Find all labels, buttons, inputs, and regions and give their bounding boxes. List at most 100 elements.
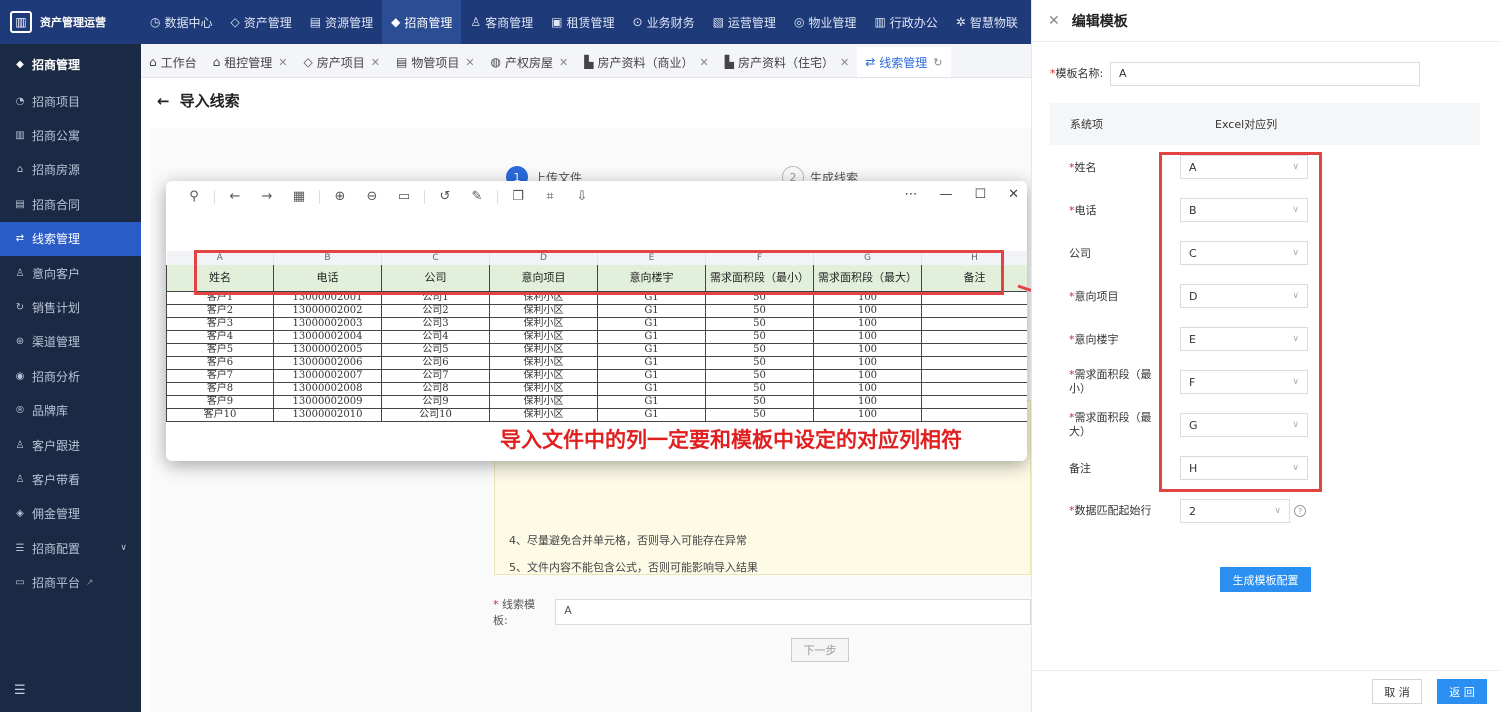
sidebar-item-2[interactable]: ⌂ 招商房源 bbox=[0, 153, 141, 187]
sidebar-item-13[interactable]: ☰ 招商配置 ∨ bbox=[0, 531, 141, 565]
topnav-item-4[interactable]: ♙ 客商管理 bbox=[461, 0, 542, 44]
topnav-item-7[interactable]: ▧ 运营管理 bbox=[704, 0, 785, 44]
sidebar-item-4[interactable]: ⇄ 线索管理 bbox=[0, 221, 141, 256]
refresh-icon[interactable]: ↻ bbox=[933, 56, 942, 69]
table-cell: 公司6 bbox=[381, 356, 490, 370]
invest-section-icon: ◆ bbox=[16, 58, 24, 70]
title-icon: ◍ bbox=[490, 55, 502, 69]
table-cell: 客户8 bbox=[166, 382, 274, 396]
forward-icon[interactable]: → bbox=[251, 189, 283, 204]
table-cell: 100 bbox=[813, 382, 922, 396]
back-icon[interactable]: ← bbox=[219, 189, 251, 204]
more-icon[interactable]: ⋯ bbox=[904, 187, 917, 202]
topnav-item-9[interactable]: ▥ 行政办公 bbox=[865, 0, 946, 44]
topnav-item-8[interactable]: ◎ 物业管理 bbox=[785, 0, 866, 44]
sidebar-item-label: 招商公寓 bbox=[32, 129, 81, 144]
tab-5[interactable]: ▙ 房产资料（商业） ✕ bbox=[576, 47, 716, 77]
sidebar-item-11[interactable]: ♙ 客户带看 bbox=[0, 462, 141, 496]
tab-label: 房产项目 bbox=[316, 55, 365, 70]
template-label: 线索模板: bbox=[493, 598, 535, 627]
template-select[interactable]: A bbox=[555, 599, 1031, 625]
copy-icon[interactable]: ❐ bbox=[502, 189, 534, 204]
sidebar-item-label: 招商项目 bbox=[32, 94, 81, 109]
close-icon[interactable]: ✕ bbox=[371, 56, 380, 69]
maximize-icon[interactable]: ☐ bbox=[974, 187, 986, 202]
sidebar-item-3[interactable]: ▤ 招商合同 bbox=[0, 187, 141, 221]
clue-icon: ⇄ bbox=[15, 233, 25, 245]
cancel-button[interactable]: 取 消 bbox=[1372, 679, 1422, 704]
sidebar-item-0[interactable]: ◔ 招商项目 bbox=[0, 84, 141, 118]
pin-icon[interactable]: ⚲ bbox=[178, 189, 210, 204]
close-icon[interactable]: ✕ bbox=[278, 56, 287, 69]
grid-icon[interactable]: ▦ bbox=[283, 189, 315, 204]
tab-label: 物管项目 bbox=[411, 55, 460, 70]
next-button[interactable]: 下一步 bbox=[791, 638, 849, 662]
template-name-input[interactable]: A bbox=[1110, 62, 1420, 86]
sidebar-item-10[interactable]: ♙ 客户跟进 bbox=[0, 428, 141, 462]
table-row: 客户4 13000002004 公司4 保利小区 G1 50 100 bbox=[166, 330, 1027, 344]
table-cell: 客户10 bbox=[166, 408, 274, 422]
tab-1[interactable]: ⌂ 租控管理 ✕ bbox=[205, 47, 296, 77]
tab-4[interactable]: ◍ 产权房屋 ✕ bbox=[483, 47, 577, 77]
drawer-close-icon[interactable]: ✕ bbox=[1048, 13, 1060, 29]
table-cell: 保利小区 bbox=[489, 369, 598, 383]
rotate-icon[interactable]: ↺ bbox=[429, 189, 461, 204]
table-cell: 客户9 bbox=[166, 395, 274, 409]
topnav-item-6[interactable]: ⊙ 业务财务 bbox=[624, 0, 704, 44]
topnav-item-3[interactable]: ◆ 招商管理 bbox=[382, 0, 462, 44]
collapse-menu-icon[interactable]: ☰ bbox=[14, 683, 26, 698]
sidebar-item-5[interactable]: ♙ 意向客户 bbox=[0, 256, 141, 290]
tab-0[interactable]: ⌂ 工作台 bbox=[141, 47, 205, 77]
close-icon[interactable]: ✕ bbox=[465, 56, 474, 69]
minimize-icon[interactable]: — bbox=[939, 187, 952, 202]
table-cell: 13000002005 bbox=[273, 343, 382, 357]
topnav-item-2[interactable]: ▤ 资源管理 bbox=[301, 0, 382, 44]
drawer-title: 编辑模板 bbox=[1071, 13, 1128, 30]
topnav-label: 租赁管理 bbox=[566, 15, 615, 30]
topnav-item-10[interactable]: ✲ 智慧物联 bbox=[947, 0, 1027, 44]
sidebar-item-12[interactable]: ◈ 佣金管理 bbox=[0, 497, 141, 531]
sidebar-item-14[interactable]: ▭ 招商平台 ↗ bbox=[0, 565, 141, 599]
brand-icon: ® bbox=[15, 405, 25, 417]
back-arrow-icon[interactable]: ← bbox=[157, 92, 170, 110]
download-icon[interactable]: ⇩ bbox=[566, 189, 598, 204]
topnav-item-0[interactable]: ◷ 数据中心 bbox=[141, 0, 222, 44]
topnav-item-1[interactable]: ◇ 资产管理 bbox=[222, 0, 301, 44]
tab-7[interactable]: ⇄ 线索管理 ↻ bbox=[857, 47, 951, 77]
return-button[interactable]: 返 回 bbox=[1437, 679, 1487, 704]
dashboard-icon: ◷ bbox=[150, 15, 161, 29]
project-icon: ◔ bbox=[15, 95, 25, 107]
zoom-out-icon[interactable]: ⊖ bbox=[356, 189, 388, 204]
topnav-label: 招商管理 bbox=[404, 15, 453, 30]
fit-icon[interactable]: ▭ bbox=[388, 189, 420, 204]
table-cell: 50 bbox=[705, 330, 814, 344]
tab-2[interactable]: ◇ 房产项目 ✕ bbox=[296, 47, 388, 77]
tab-3[interactable]: ▤ 物管项目 ✕ bbox=[388, 47, 483, 77]
template-row: * 线索模板: A bbox=[493, 596, 1031, 628]
sidebar-item-6[interactable]: ↻ 销售计划 bbox=[0, 290, 141, 324]
tab-6[interactable]: ▙ 房产资料（住宅） ✕ bbox=[717, 47, 857, 77]
table-cell: 公司2 bbox=[381, 304, 490, 318]
zoom-in-icon[interactable]: ⊕ bbox=[324, 189, 356, 204]
finance-icon: ⊙ bbox=[632, 15, 643, 29]
table-row: 客户3 13000002003 公司3 保利小区 G1 50 100 bbox=[166, 317, 1027, 331]
close-icon[interactable]: ✕ bbox=[700, 56, 709, 69]
sidebar-item-8[interactable]: ◉ 招商分析 bbox=[0, 359, 141, 393]
table-cell: 50 bbox=[705, 317, 814, 331]
sidebar-item-9[interactable]: ® 品牌库 bbox=[0, 394, 141, 428]
close-icon[interactable]: ✕ bbox=[840, 56, 849, 69]
tab-label: 租控管理 bbox=[224, 55, 273, 70]
sidebar-item-1[interactable]: ▥ 招商公寓 bbox=[0, 118, 141, 152]
help-icon[interactable]: ? bbox=[1294, 505, 1306, 517]
start-row-label: *数据匹配起始行 bbox=[1069, 504, 1152, 517]
edit-icon[interactable]: ✎ bbox=[461, 189, 493, 204]
topnav-item-5[interactable]: ▣ 租赁管理 bbox=[542, 0, 623, 44]
brand[interactable]: ▥ 资产管理运营 bbox=[0, 0, 141, 44]
close-icon[interactable]: ✕ bbox=[1008, 187, 1019, 202]
scan-icon[interactable]: ⌗ bbox=[534, 189, 566, 204]
generate-template-button[interactable]: 生成模板配置 bbox=[1220, 567, 1311, 592]
close-icon[interactable]: ✕ bbox=[559, 56, 568, 69]
sidebar-item-7[interactable]: ⊛ 渠道管理 bbox=[0, 325, 141, 359]
mapping-label: *需求面积段（最大） bbox=[1069, 411, 1152, 438]
start-row-select[interactable]: 2 ∨ bbox=[1180, 499, 1290, 523]
